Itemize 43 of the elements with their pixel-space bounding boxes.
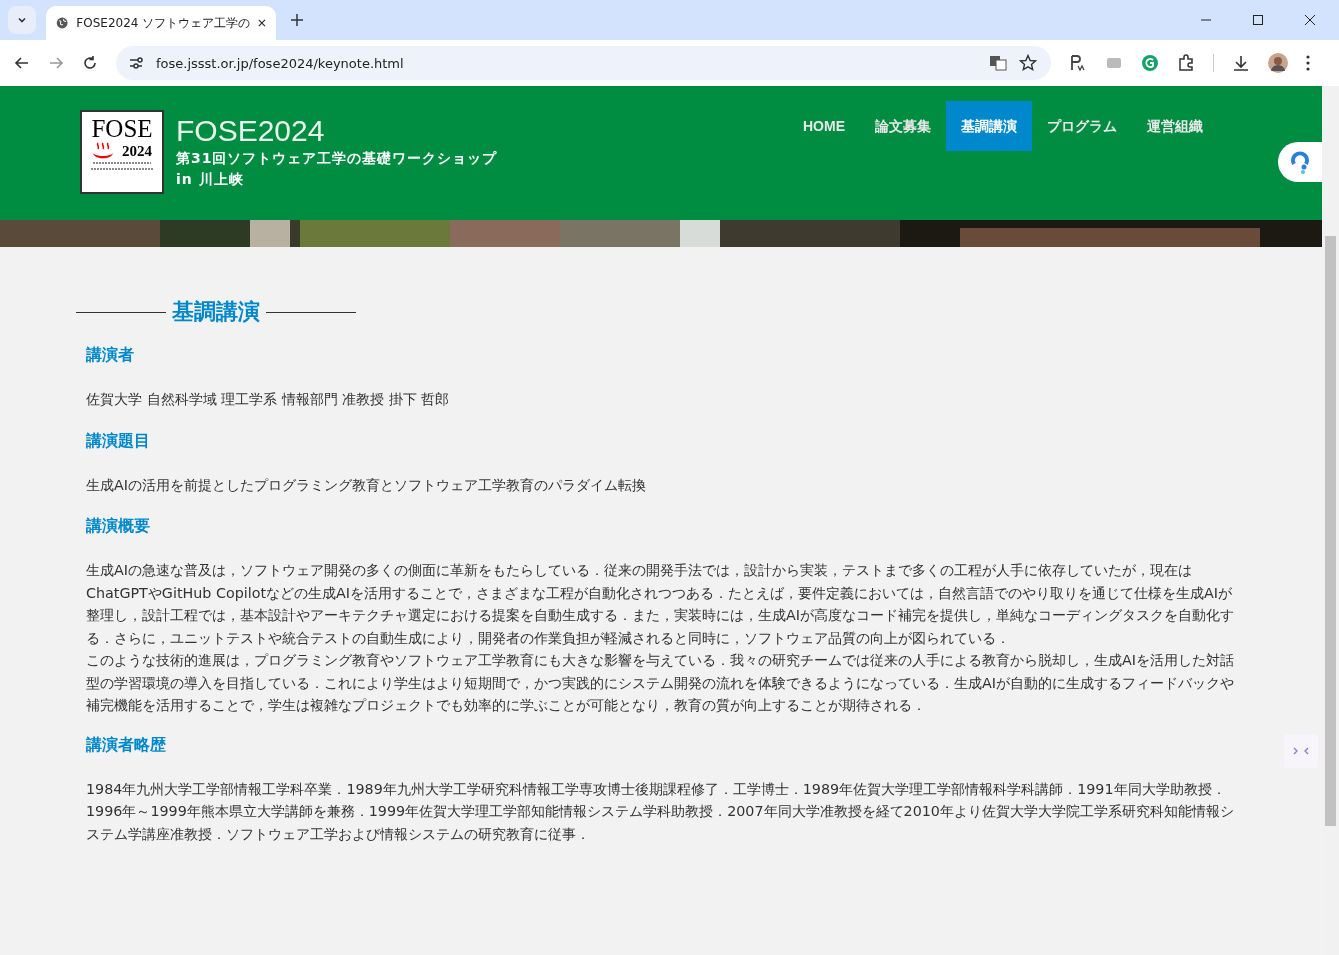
site-title: FOSE2024 — [176, 114, 326, 148]
menu-icon[interactable] — [1306, 55, 1310, 71]
section-heading: 講演概要 — [86, 516, 151, 537]
section-heading: 講演者略歴 — [86, 734, 167, 756]
paragraph: このような技術的進展は，プログラミング教育やソフトウェア工学教育にも大きな影響を与えている．我々の研究チームでは従来の人手による教育から脱却し，生成AIを活用した対話型の学習環境の導入を目指している．これにより学生はより短期間で，かつ実践的にシステム開発の流れを体験できるようになっている．生成AIが自動的に生成するフィードバックや補完機能を活用することで，学生は複雑なプロジェクトでも効率的に学ぶことが可能となり，教育の質が向上することが期待される． — [86, 651, 1235, 715]
globe-icon — [56, 15, 69, 31]
paragraph: 生成AIの急速な普及は，ソフトウェア開発の多くの側面に革新をもたらしている．従来の開発手法では，設計から実装，テストまで多くの工程が人手に依存していたが，現在はChatGPTやGitHub Copilotなどの生成AIを活用することで，さまざまな工程が自動化されつつある．たとえば，要件定義においては，自然言語でのやり取りを通じて仕様を生成AIが整理し，設計工程では，基本設計やアーキテクチャ選定における提案を自動生成する．また，実装時には，生成AIが高度なコード補完を提供し，単純なコーディングタスクを自動化する．さらに，ユニットテストや統合テストの自動生成により，開発者の作業負担が軽減されると同時に，ソフトウェア品質の向上が図られている． — [86, 561, 1235, 648]
translate-icon[interactable] — [989, 54, 1007, 72]
new-tab-icon[interactable] — [290, 13, 304, 27]
page-heading: 基調講演 — [172, 298, 260, 326]
browser-tab[interactable]: FOSE2024 ソフトウェア工学の — [46, 6, 276, 40]
star-icon[interactable] — [1019, 54, 1037, 72]
fine-print-drawing — [89, 160, 155, 172]
logo[interactable]: FOSE 2024 — [80, 110, 164, 194]
reload-icon[interactable] — [82, 55, 98, 71]
back-icon[interactable] — [14, 55, 30, 71]
nav-link[interactable]: HOME — [788, 101, 860, 151]
paragraph: 生成AIの活用を前提としたプログラミング教育とソフトウェア工学教育のパラダイム転換 — [86, 475, 647, 495]
nav-link[interactable]: 基調講演 — [946, 101, 1032, 151]
forward-icon[interactable] — [48, 55, 64, 71]
grammar-extension-icon[interactable] — [1141, 54, 1159, 72]
extension-icon[interactable] — [1069, 54, 1087, 72]
address-bar[interactable]: fose.jssst.or.jp/fose2024/keynote.html — [116, 46, 1051, 80]
download-icon[interactable] — [1232, 54, 1250, 72]
maximize-icon[interactable] — [1252, 14, 1264, 26]
paragraph: 佐賀大学 自然科学域 理工学系 情報部門 准教授 掛下 哲郎 — [86, 390, 451, 409]
nav-link[interactable]: プログラム — [1032, 101, 1132, 151]
nav-link[interactable]: 論文募集 — [860, 101, 946, 151]
site-settings-icon[interactable] — [128, 55, 144, 71]
collapse-icon — [1293, 745, 1309, 757]
site-subtitle: 第31回ソフトウェア工学の基礎ワークショップ — [176, 149, 498, 168]
section-heading: 講演者 — [86, 345, 135, 366]
paragraph: 1984年九州大学工学部情報工学科卒業．1989年九州大学工学研究科情報工学専攻博士後期課程修了．工学博士．1989年佐賀大学理工学部情報科学科講師．1991年同大学助教授．1996年～1999年熊本県立大学講師を兼務．1999年佐賀大学理工学部知能情報システム学科助教授．2007年同大学准教授を経て2010年より佐賀大学大学院工学系研究科知能情報システム学講座准教授．ソフトウェア工学および情報システムの研究教育に従事． — [86, 779, 1235, 844]
nav-link[interactable]: 運営組織 — [1132, 101, 1218, 151]
assistant-icon — [1289, 150, 1311, 174]
assistant-button[interactable] — [1278, 142, 1322, 182]
puzzle-icon[interactable] — [1177, 54, 1195, 72]
close-icon[interactable] — [1304, 14, 1316, 26]
section-heading: 講演題目 — [86, 430, 151, 452]
avatar-icon[interactable] — [1268, 53, 1288, 73]
hot-spring-icon — [92, 142, 114, 160]
site-location: in 川上峡 — [176, 170, 245, 189]
close-icon[interactable] — [258, 18, 266, 28]
